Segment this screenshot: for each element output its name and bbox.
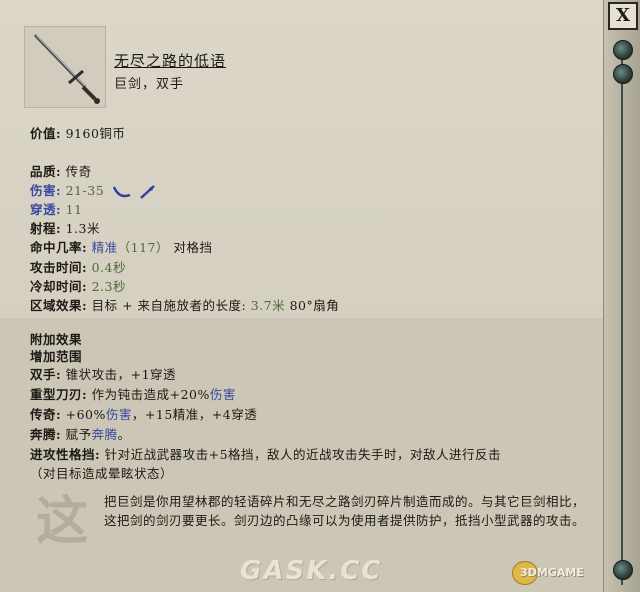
watermark-2: 3DMGAME	[520, 566, 584, 579]
stat-label: 品质:	[30, 164, 62, 179]
close-button[interactable]: X	[608, 2, 638, 30]
effect-text: ，+15精准，+4穿透	[131, 407, 258, 422]
item-name: 无尽之路的低语	[114, 52, 227, 70]
effect-text: 作为钝击造成+20%	[91, 387, 210, 402]
stat-label[interactable]: 伤害:	[30, 183, 61, 198]
effect-range-up-text: 增加范围	[30, 349, 83, 364]
effect-label: 重型刀刃:	[30, 387, 88, 402]
effect-riposte: 进攻性格挡: 针对近战武器攻击+5格挡，敌人的近战攻击失手时，对敌人进行反击	[30, 444, 501, 463]
stat-label: 命中几率:	[30, 240, 88, 255]
stat-attack-time: 攻击时间: 0.4秒	[30, 257, 126, 276]
effect-label: 进攻性格挡:	[30, 447, 101, 462]
frame-right-border	[603, 0, 640, 592]
close-icon: X	[616, 5, 630, 26]
attack-time-text: 0.4秒	[91, 260, 126, 275]
accuracy-vs: 对格挡	[173, 240, 213, 255]
effect-twohand: 双手: 锥状攻击，+1穿透	[30, 364, 176, 383]
pierce-damage-icon	[140, 184, 155, 199]
aoe-length: 3.7米	[250, 298, 286, 313]
effect-label: 传奇:	[30, 407, 62, 422]
frame-gem	[613, 560, 633, 580]
stat-label: 射程:	[30, 221, 62, 236]
effect-text: +60%	[65, 407, 106, 422]
stat-range-text: 1.3米	[65, 221, 100, 236]
effect-text: 。	[117, 427, 131, 442]
stat-aoe: 区域效果: 目标 + 来自施放者的长度: 3.7米 80°扇角	[30, 295, 339, 314]
item-tooltip-panel: 无尽之路的低语 巨剑，双手 价值: 9160铜币 品质: 传奇 伤害: 21-3…	[0, 0, 640, 592]
effect-legendary: 传奇: +60%伤害，+15精准，+4穿透	[30, 404, 257, 423]
stat-label: 价值:	[30, 126, 62, 141]
stat-penetration[interactable]: 穿透: 11	[30, 199, 83, 218]
frame-rail	[621, 40, 623, 585]
item-type: 巨剑，双手	[114, 77, 185, 92]
frame-gem	[613, 40, 633, 60]
effect-riposte-note: （对目标造成晕眩状态）	[30, 463, 173, 482]
stat-quality: 品质: 传奇	[30, 161, 92, 180]
effect-text: （对目标造成晕眩状态）	[30, 466, 174, 481]
stat-range: 射程: 1.3米	[30, 218, 100, 237]
stat-value: 价值: 9160铜币	[30, 123, 125, 142]
stat-label: 冷却时间:	[30, 279, 88, 294]
stat-quality-text: 传奇	[65, 164, 92, 179]
accuracy-type-link[interactable]: 精准	[92, 240, 118, 255]
effect-range-up: 增加范围	[30, 346, 82, 365]
sword-icon	[33, 33, 100, 104]
damage-keyword-link[interactable]: 伤害	[210, 387, 236, 402]
effect-gallop: 奔腾: 赋予奔腾。	[30, 424, 131, 443]
gallop-keyword-link[interactable]: 奔腾	[92, 427, 118, 442]
stat-damage-text: 21-35	[65, 183, 105, 198]
effect-label: 双手:	[30, 367, 62, 382]
item-icon-frame	[24, 26, 106, 108]
aoe-prefix: 目标 + 来自施放者的长度:	[91, 298, 247, 313]
watermark: GASK.CC	[240, 556, 383, 586]
effect-text: 赋予	[65, 427, 92, 442]
effect-text: 锥状攻击，+1穿透	[65, 367, 177, 382]
stat-label: 区域效果:	[30, 298, 88, 313]
stat-value-text: 9160铜币	[65, 126, 126, 141]
accuracy-value: （117）	[117, 240, 169, 255]
flavor-text: 把巨剑是你用望林郡的轻语碎片和无尽之路剑刃碎片制造而成的。与其它巨剑相比，这把剑…	[104, 494, 586, 528]
effects-header-text: 附加效果	[30, 332, 83, 347]
effect-text: 针对近战武器攻击+5格挡，敌人的近战攻击失手时，对敌人进行反击	[104, 447, 502, 462]
damage-keyword-link[interactable]: 伤害	[106, 407, 132, 422]
stat-label: 攻击时间:	[30, 260, 88, 275]
effect-label: 奔腾:	[30, 427, 62, 442]
effect-heavy-blade: 重型刀刃: 作为钝击造成+20%伤害	[30, 384, 236, 403]
recovery-text: 2.3秒	[91, 279, 126, 294]
stat-recovery: 冷却时间: 2.3秒	[30, 276, 126, 295]
stat-label[interactable]: 穿透:	[30, 202, 61, 217]
stat-damage[interactable]: 伤害: 21-35	[30, 180, 155, 199]
flavor-seal: 这	[35, 491, 88, 552]
stat-accuracy: 命中几率: 精准（117） 对格挡	[30, 237, 212, 256]
stat-penetration-text: 11	[65, 202, 83, 217]
aoe-angle: 80°扇角	[289, 298, 340, 313]
slash-damage-icon	[112, 185, 131, 197]
frame-gem	[613, 64, 633, 84]
